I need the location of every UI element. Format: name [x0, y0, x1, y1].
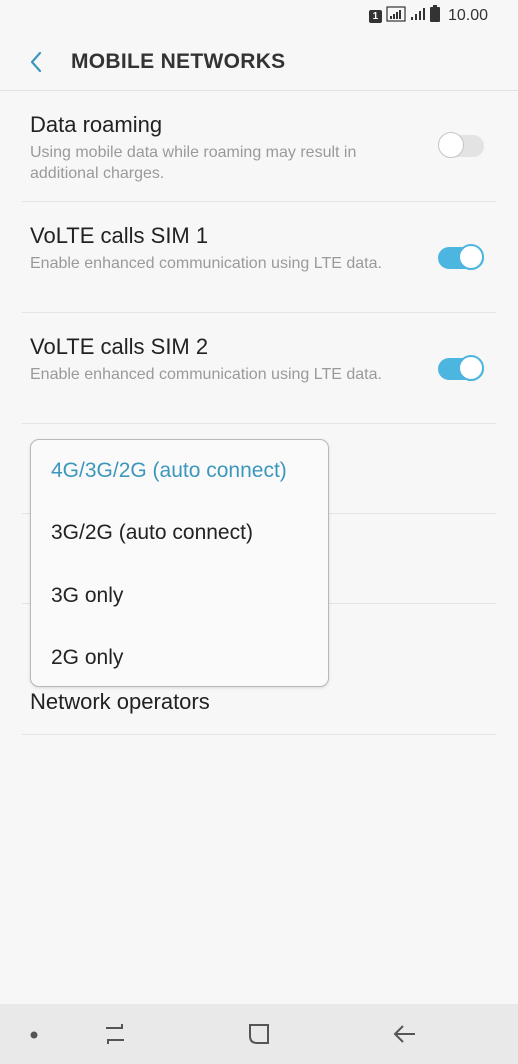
volte-sim2-toggle[interactable] — [438, 355, 484, 381]
data-roaming-row[interactable]: Data roaming Using mobile data while roa… — [22, 91, 496, 202]
status-bar: 1 10.00 — [0, 0, 518, 32]
navigation-bar — [0, 1004, 518, 1064]
data-roaming-toggle[interactable] — [438, 132, 484, 158]
signal-icon — [410, 6, 426, 27]
home-icon[interactable] — [247, 1022, 271, 1051]
app-header: MOBILE NETWORKS — [0, 34, 518, 91]
dot-icon[interactable] — [28, 1028, 40, 1046]
sim-signal-icon — [386, 5, 406, 27]
network-operators-label: Network operators — [30, 689, 210, 714]
toggle-knob — [438, 132, 464, 158]
network-mode-option-3g-only[interactable]: 3G only — [51, 584, 123, 608]
back-arrow-icon[interactable] — [392, 1022, 418, 1051]
network-mode-option-3g2g[interactable]: 3G/2G (auto connect) — [51, 521, 253, 545]
volte-sim1-toggle[interactable] — [438, 244, 484, 270]
sim-badge: 1 — [368, 9, 382, 23]
chevron-left-icon — [30, 51, 42, 73]
toggle-knob — [458, 355, 484, 381]
volte-sim2-row[interactable]: VoLTE calls SIM 2 Enable enhanced commun… — [22, 313, 496, 424]
page-title: MOBILE NETWORKS — [71, 50, 286, 73]
battery-icon — [429, 5, 440, 27]
back-button[interactable] — [24, 48, 48, 76]
setting-title: VoLTE calls SIM 2 — [30, 334, 209, 359]
setting-title: Data roaming — [30, 112, 163, 137]
network-mode-dropdown: 4G/3G/2G (auto connect) 3G/2G (auto conn… — [30, 439, 329, 687]
setting-description: Enable enhanced communication using LTE … — [30, 366, 382, 383]
network-mode-option-2g-only[interactable]: 2G only — [51, 646, 123, 670]
network-mode-option-4g3g2g[interactable]: 4G/3G/2G (auto connect) — [51, 459, 287, 483]
volte-sim1-row[interactable]: VoLTE calls SIM 1 Enable enhanced commun… — [22, 202, 496, 313]
setting-description: Enable enhanced communication using LTE … — [30, 255, 382, 272]
toggle-knob — [458, 244, 484, 270]
setting-description: Using mobile data while roaming may resu… — [30, 144, 357, 182]
recent-apps-icon[interactable] — [102, 1022, 128, 1051]
setting-title: VoLTE calls SIM 1 — [30, 223, 209, 248]
clock: 10.00 — [447, 7, 488, 24]
